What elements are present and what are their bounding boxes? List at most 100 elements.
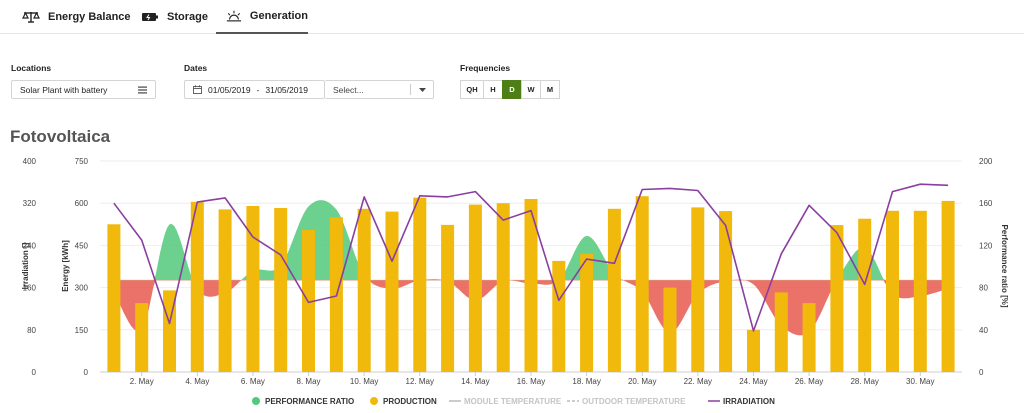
production-bar[interactable] xyxy=(441,224,455,372)
x-tick-label: 10. May xyxy=(350,377,378,386)
generation-chart: 0801602403204000150300450600750040801201… xyxy=(21,157,1009,406)
x-tick-label: 2. May xyxy=(130,377,154,386)
energy-axis-title: Energy [kWh] xyxy=(61,240,70,292)
energy-tick-label: 0 xyxy=(84,368,89,377)
chart-legend: PERFORMANCE RATIO PRODUCTION MODULE TEMPER… xyxy=(252,397,775,406)
legend-label: IRRADIATION xyxy=(723,397,775,406)
tab-bar: Energy Balance Storage Generation xyxy=(0,0,1024,34)
production-bar[interactable] xyxy=(830,225,844,372)
x-tick-label: 20. May xyxy=(628,377,656,386)
tab-generation-label: Generation xyxy=(249,10,308,22)
production-bar[interactable] xyxy=(135,303,149,372)
tab-storage[interactable]: Storage xyxy=(141,0,208,34)
battery-icon xyxy=(142,13,158,21)
production-bar[interactable] xyxy=(274,208,288,372)
x-tick-label: 26. May xyxy=(795,377,823,386)
legend-item[interactable]: MODULE TEMPERATURE xyxy=(449,397,562,406)
energy-tick-label: 300 xyxy=(75,284,89,293)
legend-dot-icon xyxy=(252,397,260,405)
production-bar[interactable] xyxy=(635,196,649,372)
scale-icon xyxy=(22,11,40,23)
production-bar[interactable] xyxy=(385,211,399,372)
x-tick-label: 18. May xyxy=(572,377,600,386)
production-bar[interactable] xyxy=(747,329,760,372)
frequencies-label: Frequencies xyxy=(460,63,511,73)
production-bar[interactable] xyxy=(218,209,232,372)
date-from: 01/05/2019 xyxy=(208,84,251,95)
chart-title: Fotovoltaica xyxy=(10,127,111,146)
production-bar[interactable] xyxy=(357,208,371,372)
x-tick-label: 28. May xyxy=(850,377,878,386)
x-tick-label: 14. May xyxy=(461,377,489,386)
x-tick-label: 6. May xyxy=(241,377,265,386)
production-bar[interactable] xyxy=(663,287,677,372)
production-bar[interactable] xyxy=(496,203,510,372)
date-separator: - xyxy=(256,84,260,95)
irradiation-tick-label: 0 xyxy=(32,368,37,377)
select-divider xyxy=(410,84,411,95)
menu-icon[interactable] xyxy=(138,86,147,94)
production-bar[interactable] xyxy=(802,303,816,372)
x-tick-label: 12. May xyxy=(406,377,434,386)
tab-energy-balance-label: Energy Balance xyxy=(48,11,131,23)
energy-tick-label: 450 xyxy=(75,241,89,250)
production-bar[interactable] xyxy=(941,200,955,372)
production-bar[interactable] xyxy=(913,210,927,372)
energy-tick-label: 600 xyxy=(75,199,89,208)
x-tick-label: 30. May xyxy=(906,377,934,386)
production-bar[interactable] xyxy=(719,211,733,372)
frequency-h-button[interactable]: H xyxy=(483,80,503,99)
production-bar[interactable] xyxy=(190,201,204,372)
legend-item[interactable]: IRRADIATION xyxy=(708,397,775,406)
tab-storage-label: Storage xyxy=(167,11,208,23)
production-bar[interactable] xyxy=(580,253,594,372)
date-to: 31/05/2019 xyxy=(265,84,308,95)
frequency-d-button[interactable]: D xyxy=(502,80,522,99)
production-bar[interactable] xyxy=(413,197,427,372)
legend-label: PERFORMANCE RATIO xyxy=(265,397,354,406)
irradiation-tick-label: 400 xyxy=(23,157,37,166)
tab-energy-balance[interactable]: Energy Balance xyxy=(22,0,131,34)
production-bar[interactable] xyxy=(468,204,482,372)
production-bar[interactable] xyxy=(886,210,899,372)
production-bar[interactable] xyxy=(607,208,621,372)
x-tick-label: 24. May xyxy=(739,377,767,386)
irradiation-tick-label: 80 xyxy=(27,326,36,335)
x-tick-label: 16. May xyxy=(517,377,545,386)
production-bar[interactable] xyxy=(107,224,121,372)
legend-label: PRODUCTION xyxy=(383,397,437,406)
production-bar[interactable] xyxy=(858,218,872,372)
x-tick-label: 22. May xyxy=(684,377,712,386)
legend-item[interactable]: PERFORMANCE RATIO xyxy=(252,397,354,406)
x-tick-label: 8. May xyxy=(297,377,321,386)
performance-tick-label: 80 xyxy=(979,284,988,293)
calendar-icon xyxy=(193,85,202,94)
energy-tick-label: 750 xyxy=(75,157,89,166)
legend-label: OUTDOOR TEMPERATURE xyxy=(582,397,686,406)
legend-item[interactable]: PRODUCTION xyxy=(370,397,437,406)
performance-tick-label: 40 xyxy=(979,326,988,335)
compare-select[interactable]: Select... xyxy=(325,80,434,99)
frequency-w-button[interactable]: W xyxy=(521,80,541,99)
compare-placeholder: Select... xyxy=(333,84,364,95)
legend-label: MODULE TEMPERATURE xyxy=(464,397,562,406)
locations-select[interactable]: Solar Plant with battery xyxy=(11,80,156,99)
date-range-input[interactable]: 01/05/2019 - 31/05/2019 xyxy=(184,80,325,99)
frequency-qh-button[interactable]: QH xyxy=(460,80,484,99)
locations-label: Locations xyxy=(11,63,52,73)
production-bar[interactable] xyxy=(774,292,788,372)
production-bar[interactable] xyxy=(691,207,705,372)
frequency-m-button[interactable]: M xyxy=(540,80,560,99)
sun-icon xyxy=(226,10,242,22)
x-tick-label: 4. May xyxy=(185,377,209,386)
legend-item[interactable]: OUTDOOR TEMPERATURE xyxy=(567,397,686,406)
performance-tick-label: 200 xyxy=(979,157,993,166)
dates-label: Dates xyxy=(184,63,208,73)
irradiation-tick-label: 320 xyxy=(23,199,37,208)
tab-generation[interactable]: Generation xyxy=(216,0,308,34)
locations-value: Solar Plant with battery xyxy=(20,84,108,95)
frequency-toggle: QH H D W M xyxy=(460,80,560,99)
performance-axis-title: Performance ratio [%] xyxy=(1000,224,1009,307)
production-bar[interactable] xyxy=(552,260,566,372)
chevron-down-icon[interactable] xyxy=(419,88,426,93)
